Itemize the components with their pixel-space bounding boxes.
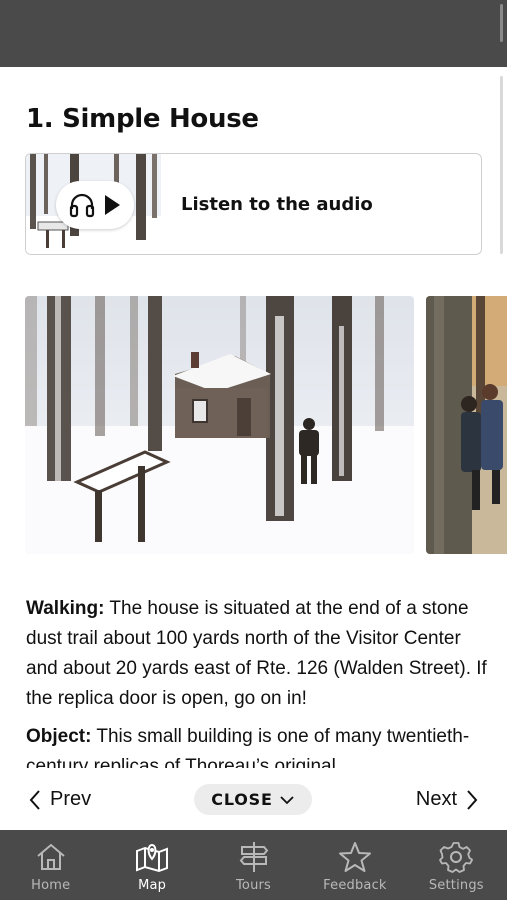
tab-home-label: Home: [31, 878, 71, 893]
next-label: Next: [415, 788, 457, 810]
visitors-image: [426, 296, 507, 554]
scroll-indicator: [500, 4, 503, 42]
audio-card[interactable]: Listen to the audio: [25, 153, 482, 255]
signpost-icon: [239, 842, 268, 872]
tab-settings-label: Settings: [428, 878, 484, 893]
chevron-left-icon: [29, 789, 40, 810]
close-label: CLOSE: [211, 790, 273, 809]
object-paragraph: Object: This small building is one of ma…: [26, 722, 491, 768]
home-icon: [37, 843, 65, 870]
description: Walking: The house is situated at the en…: [26, 594, 491, 768]
tab-map[interactable]: Map: [101, 830, 202, 900]
page-title: 1. Simple House: [26, 104, 259, 134]
walking-label: Walking:: [26, 598, 105, 619]
audio-play-pill[interactable]: [56, 181, 134, 229]
tab-bar: Home Map Tours Feedback Settings: [0, 830, 507, 900]
headphones-icon: [69, 193, 95, 218]
prev-button[interactable]: Prev: [28, 788, 91, 811]
audio-thumbnail: [26, 154, 161, 254]
chevron-down-icon: [280, 795, 294, 804]
walking-paragraph: Walking: The house is situated at the en…: [26, 594, 491, 714]
tab-feedback-label: Feedback: [323, 878, 387, 893]
chevron-right-icon: [467, 789, 478, 810]
pager-bar: Prev CLOSE Next: [0, 776, 507, 830]
visitors-in-autumn-woods-photo[interactable]: [426, 296, 507, 554]
status-bar: [0, 0, 507, 67]
map-icon: [136, 843, 169, 873]
star-icon: [338, 842, 371, 872]
next-button[interactable]: Next: [416, 788, 479, 811]
object-label: Object:: [26, 726, 92, 747]
description-clip: Walking: The house is situated at the en…: [0, 594, 507, 768]
audio-label: Listen to the audio: [181, 194, 373, 215]
object-text: This small building is one of many twent…: [26, 726, 470, 768]
tab-map-label: Map: [138, 878, 167, 893]
snowy-house-photo[interactable]: [25, 296, 414, 554]
tab-home[interactable]: Home: [0, 830, 101, 900]
tab-settings[interactable]: Settings: [406, 830, 507, 900]
snowy-house-image: [25, 296, 414, 554]
play-icon: [105, 195, 120, 215]
tab-tours-label: Tours: [235, 878, 272, 893]
tab-tours[interactable]: Tours: [203, 830, 304, 900]
gear-icon: [439, 842, 474, 873]
close-button[interactable]: CLOSE: [194, 784, 312, 815]
content-scrollbar[interactable]: [500, 76, 503, 254]
prev-label: Prev: [50, 788, 92, 810]
tab-feedback[interactable]: Feedback: [304, 830, 405, 900]
